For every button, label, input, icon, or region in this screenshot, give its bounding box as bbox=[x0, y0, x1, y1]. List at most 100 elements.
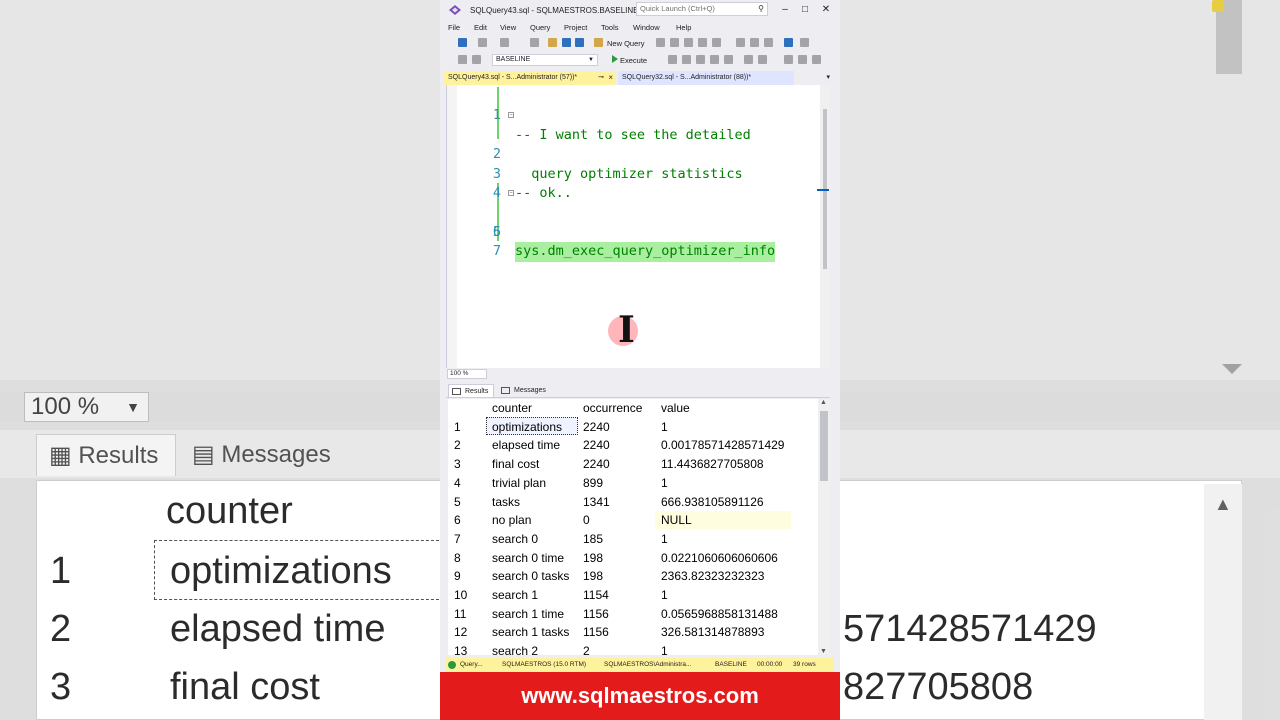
cell-counter[interactable]: search 0 bbox=[492, 530, 538, 549]
database-select[interactable]: BASELINE ▼ bbox=[492, 54, 598, 66]
copy-icon[interactable] bbox=[750, 38, 759, 47]
menu-edit[interactable]: Edit bbox=[474, 23, 487, 32]
results-file-icon[interactable] bbox=[758, 55, 767, 64]
table-row[interactable]: 4 trivial plan 899 1 bbox=[448, 474, 818, 493]
table-row[interactable]: 11 search 1 time 1156 0.0565968858131488 bbox=[448, 605, 818, 624]
tab-sqlquery32[interactable]: SQLQuery32.sql - S...Administrator (88))… bbox=[618, 71, 794, 85]
search-icon[interactable]: ⚲ bbox=[758, 3, 764, 15]
menu-project[interactable]: Project bbox=[564, 23, 587, 32]
table-row[interactable]: 12 search 1 tasks 1156 326.581314878893 bbox=[448, 623, 818, 642]
menu-help[interactable]: Help bbox=[676, 23, 691, 32]
cell-occurrence[interactable]: 2240 bbox=[583, 418, 610, 437]
cell-value[interactable]: 0.00178571428571429 bbox=[661, 436, 784, 455]
cell-occurrence[interactable]: 185 bbox=[583, 530, 603, 549]
stop-icon[interactable] bbox=[668, 55, 677, 64]
tab-messages[interactable]: Messages bbox=[498, 384, 550, 397]
menu-view[interactable]: View bbox=[500, 23, 516, 32]
chevron-down-icon[interactable]: ▼ bbox=[820, 648, 827, 655]
cell-occurrence[interactable]: 1156 bbox=[583, 605, 609, 624]
results-grid-icon[interactable] bbox=[744, 55, 753, 64]
cell-value[interactable]: 0.0221060606060606 bbox=[661, 549, 778, 568]
redo-icon[interactable] bbox=[800, 38, 809, 47]
comment-icon[interactable] bbox=[784, 55, 793, 64]
cell-value[interactable]: 1 bbox=[661, 474, 668, 493]
cell-value[interactable]: 2363.82323232323 bbox=[661, 567, 764, 586]
save-icon[interactable] bbox=[562, 38, 571, 47]
cell-occurrence[interactable]: 1154 bbox=[583, 586, 609, 605]
close-button[interactable]: ✕ bbox=[819, 4, 833, 15]
cell-occurrence[interactable]: 1156 bbox=[583, 623, 609, 642]
cut-icon[interactable] bbox=[736, 38, 745, 47]
cell-occurrence[interactable]: 899 bbox=[583, 474, 603, 493]
cell-value[interactable]: 1 bbox=[661, 530, 668, 549]
editor-scrollbar[interactable] bbox=[817, 85, 830, 368]
execute-icon[interactable] bbox=[612, 55, 618, 63]
column-header-value[interactable]: value bbox=[661, 399, 690, 418]
open-icon[interactable] bbox=[530, 38, 539, 47]
cell-value[interactable]: 1 bbox=[661, 642, 668, 655]
cell-occurrence[interactable]: 198 bbox=[583, 549, 603, 568]
editor-zoom-select[interactable]: 100 % bbox=[447, 369, 487, 379]
cell-counter[interactable]: tasks bbox=[492, 493, 520, 512]
cell-occurrence[interactable]: 198 bbox=[583, 567, 603, 586]
cell-counter[interactable]: search 0 time bbox=[492, 549, 564, 568]
uncomment-icon[interactable] bbox=[798, 55, 807, 64]
cell-value[interactable]: 0.0565968858131488 bbox=[661, 605, 778, 624]
cell-occurrence[interactable]: 1341 bbox=[583, 493, 610, 512]
cell-occurrence[interactable]: 2240 bbox=[583, 436, 610, 455]
cell-value[interactable]: NULL bbox=[661, 511, 692, 530]
save-all-icon[interactable] bbox=[575, 38, 584, 47]
table-row[interactable]: 7 search 0 185 1 bbox=[448, 530, 818, 549]
connect-icon[interactable] bbox=[458, 55, 467, 64]
query-icon-5[interactable] bbox=[712, 38, 721, 47]
code-area[interactable]: 1 -- I want to see the detailed − query … bbox=[463, 87, 819, 262]
table-row[interactable]: 1 optimizations 2240 1 bbox=[448, 418, 818, 437]
table-row[interactable]: 8 search 0 time 198 0.0221060606060606 bbox=[448, 549, 818, 568]
cell-counter[interactable]: search 0 tasks bbox=[492, 567, 569, 586]
query-options-icon[interactable] bbox=[710, 55, 719, 64]
results-scroll-thumb[interactable] bbox=[820, 411, 828, 481]
results-grid[interactable]: counter occurrence value 1 optimizations… bbox=[448, 399, 818, 655]
tab-list-icon[interactable]: ▾ bbox=[826, 73, 830, 81]
cell-value[interactable]: 1 bbox=[661, 586, 668, 605]
undo-icon[interactable] bbox=[784, 38, 793, 47]
table-row[interactable]: 6 no plan 0 NULL bbox=[448, 511, 818, 530]
cell-value[interactable]: 666.938105891126 bbox=[661, 493, 764, 512]
parse-icon[interactable] bbox=[682, 55, 691, 64]
table-row[interactable]: 13 search 2 2 1 bbox=[448, 642, 818, 655]
forward-icon[interactable] bbox=[478, 38, 487, 47]
menu-tools[interactable]: Tools bbox=[601, 23, 619, 32]
query-icon-4[interactable] bbox=[698, 38, 707, 47]
table-row[interactable]: 3 final cost 2240 11.4436827705808 bbox=[448, 455, 818, 474]
cell-counter[interactable]: elapsed time bbox=[492, 436, 560, 455]
cell-counter[interactable]: no plan bbox=[492, 511, 531, 530]
cell-occurrence[interactable]: 0 bbox=[583, 511, 590, 530]
menu-query[interactable]: Query bbox=[530, 23, 550, 32]
cell-counter[interactable]: optimizations bbox=[492, 418, 562, 437]
indent-icon[interactable] bbox=[812, 55, 821, 64]
back-icon[interactable] bbox=[458, 38, 467, 47]
pin-icon[interactable]: ⊸ bbox=[598, 71, 604, 85]
tab-sqlquery43[interactable]: SQLQuery43.sql - S...Administrator (57))… bbox=[444, 71, 616, 85]
query-icon-2[interactable] bbox=[670, 38, 679, 47]
menu-file[interactable]: File bbox=[448, 23, 460, 32]
estimated-plan-icon[interactable] bbox=[696, 55, 705, 64]
cell-counter[interactable]: search 2 bbox=[492, 642, 538, 655]
cell-value[interactable]: 326.581314878893 bbox=[661, 623, 764, 642]
cell-occurrence[interactable]: 2240 bbox=[583, 455, 610, 474]
cell-value[interactable]: 11.4436827705808 bbox=[661, 455, 764, 474]
filter-icon[interactable] bbox=[472, 55, 481, 64]
cell-counter[interactable]: search 1 time bbox=[492, 605, 564, 624]
menu-window[interactable]: Window bbox=[633, 23, 660, 32]
fold-icon[interactable]: − bbox=[508, 189, 514, 196]
close-icon[interactable]: × bbox=[608, 71, 613, 85]
table-row[interactable]: 5 tasks 1341 666.938105891126 bbox=[448, 493, 818, 512]
table-row[interactable]: 2 elapsed time 2240 0.00178571428571429 bbox=[448, 436, 818, 455]
cell-counter[interactable]: search 1 bbox=[492, 586, 538, 605]
new-project-icon[interactable] bbox=[500, 38, 509, 47]
query-icon-3[interactable] bbox=[684, 38, 693, 47]
cell-value[interactable]: 1 bbox=[661, 418, 668, 437]
fold-icon[interactable]: − bbox=[508, 112, 514, 119]
minimize-button[interactable]: – bbox=[778, 4, 792, 15]
column-header-counter[interactable]: counter bbox=[492, 399, 532, 418]
